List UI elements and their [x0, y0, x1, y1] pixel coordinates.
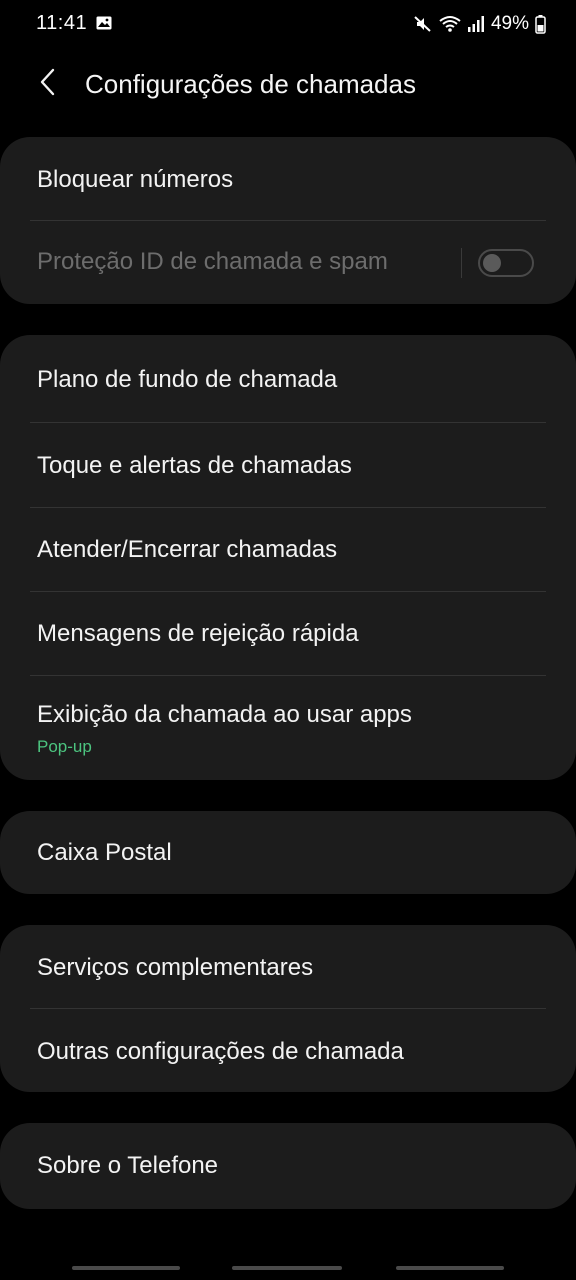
- item-label: Outras configurações de chamada: [37, 1038, 404, 1065]
- item-label: Proteção ID de chamada e spam: [37, 248, 388, 275]
- status-icons: 49%: [413, 12, 546, 36]
- settings-group-services: Serviços complementares Outras configura…: [0, 925, 576, 1092]
- item-label: Sobre o Telefone: [37, 1152, 219, 1179]
- item-label: Plano de fundo de chamada: [37, 366, 338, 393]
- wifi-icon: [439, 14, 461, 34]
- gallery-icon: [96, 15, 112, 31]
- mute-icon: [413, 14, 433, 34]
- item-label: Bloquear números: [37, 166, 234, 193]
- app-header: Configurações de chamadas: [0, 56, 576, 112]
- page-title: Configurações de chamadas: [85, 69, 416, 99]
- toggle-separator: [461, 248, 462, 278]
- call-display-apps-item[interactable]: Exibição da chamada ao usar apps Pop-up: [0, 676, 576, 780]
- chevron-left-icon: [38, 67, 58, 102]
- about-phone-item[interactable]: Sobre o Telefone: [0, 1123, 576, 1209]
- item-label: Exibição da chamada ao usar apps: [37, 701, 412, 728]
- settings-group-blocking: Bloquear números Proteção ID de chamada …: [0, 137, 576, 304]
- supplementary-services-item[interactable]: Serviços complementares: [0, 925, 576, 1009]
- settings-group-call: Plano de fundo de chamada Toque e alerta…: [0, 335, 576, 780]
- item-label: Serviços complementares: [37, 954, 314, 981]
- answer-end-calls-item[interactable]: Atender/Encerrar chamadas: [0, 508, 576, 592]
- toggle-knob: [483, 254, 501, 272]
- voicemail-item[interactable]: Caixa Postal: [0, 811, 576, 894]
- item-label: Caixa Postal: [37, 839, 172, 866]
- ringtone-alerts-item[interactable]: Toque e alertas de chamadas: [0, 423, 576, 507]
- status-bar: 11:41 49%: [0, 0, 576, 50]
- item-sublabel: Pop-up: [37, 737, 92, 756]
- settings-group-about: Sobre o Telefone: [0, 1123, 576, 1209]
- battery-percent: 49%: [490, 13, 529, 34]
- quick-decline-messages-item[interactable]: Mensagens de rejeição rápida: [0, 592, 576, 676]
- call-background-item[interactable]: Plano de fundo de chamada: [0, 335, 576, 422]
- nav-recents-handle[interactable]: [72, 1266, 180, 1270]
- caller-id-spam-item[interactable]: Proteção ID de chamada e spam: [0, 221, 576, 304]
- nav-back-handle[interactable]: [396, 1266, 504, 1270]
- back-button[interactable]: [28, 64, 68, 104]
- battery-icon: [535, 14, 546, 34]
- status-time: 11:41: [36, 12, 88, 34]
- caller-id-spam-toggle[interactable]: [478, 249, 534, 277]
- other-call-settings-item[interactable]: Outras configurações de chamada: [0, 1009, 576, 1092]
- navigation-bar: [0, 1258, 576, 1280]
- settings-group-voicemail: Caixa Postal: [0, 811, 576, 894]
- item-label: Toque e alertas de chamadas: [37, 452, 352, 479]
- item-label: Mensagens de rejeição rápida: [37, 620, 359, 647]
- signal-icon: [467, 15, 485, 33]
- block-numbers-item[interactable]: Bloquear números: [0, 137, 576, 221]
- nav-home-handle[interactable]: [232, 1266, 342, 1270]
- item-label: Atender/Encerrar chamadas: [37, 536, 338, 563]
